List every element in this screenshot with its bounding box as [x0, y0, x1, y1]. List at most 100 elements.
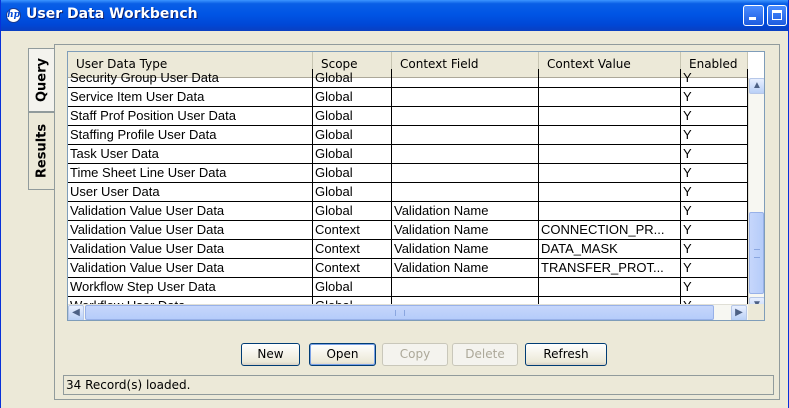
context-value-cell	[539, 278, 681, 296]
status-bar: 34 Record(s) loaded.	[63, 375, 774, 395]
open-button[interactable]: Open	[309, 343, 376, 366]
scope-cell: Global	[313, 126, 392, 144]
grip-icon	[395, 310, 405, 316]
table-row[interactable]: User User Data Global Y	[68, 183, 748, 202]
tab-query[interactable]: Query	[28, 48, 54, 112]
hp-logo-icon: hp	[6, 8, 21, 23]
table-row[interactable]: Security Group User Data Global Y	[68, 69, 748, 88]
context-field-cell	[392, 107, 539, 125]
user-data-type-cell: Validation Value User Data	[68, 240, 313, 258]
scroll-left-button[interactable]: ◀	[68, 305, 84, 320]
table-row[interactable]: Time Sheet Line User Data Global Y	[68, 164, 748, 183]
table-row[interactable]: Task User Data Global Y	[68, 145, 748, 164]
table-row[interactable]: Workflow Step User Data Global Y	[68, 278, 748, 297]
scope-cell: Context	[313, 259, 392, 277]
scope-cell: Global	[313, 88, 392, 106]
minimize-button[interactable]	[743, 5, 764, 26]
enabled-cell: Y	[681, 221, 748, 239]
context-field-cell	[392, 164, 539, 182]
enabled-cell: Y	[681, 126, 748, 144]
context-value-cell	[539, 183, 681, 201]
user-data-type-cell: Validation Value User Data	[68, 221, 313, 239]
scope-cell: Context	[313, 221, 392, 239]
context-value-cell: CONNECTION_PR...	[539, 221, 681, 239]
user-data-type-cell: Validation Value User Data	[68, 202, 313, 220]
vertical-scroll-thumb[interactable]	[749, 212, 764, 294]
table-row[interactable]: Service Item User Data Global Y	[68, 88, 748, 107]
user-data-type-cell: Staffing Profile User Data	[68, 126, 313, 144]
context-field-cell	[392, 183, 539, 201]
scope-cell: Global	[313, 107, 392, 125]
enabled-cell: Y	[681, 259, 748, 277]
user-data-type-cell: Staff Prof Position User Data	[68, 107, 313, 125]
user-data-type-cell: Workflow Step User Data	[68, 278, 313, 296]
table-row[interactable]: Validation Value User Data Global Validati…	[68, 202, 748, 221]
user-data-type-cell: Task User Data	[68, 145, 313, 163]
user-data-type-cell: Time Sheet Line User Data	[68, 164, 313, 182]
enabled-cell: Y	[681, 145, 748, 163]
context-field-cell	[392, 145, 539, 163]
delete-button[interactable]: Delete	[452, 343, 518, 366]
scope-cell: Global	[313, 145, 392, 163]
user-data-workbench-window: hp User Data Workbench Query Results Use…	[0, 0, 789, 408]
scope-cell: Global	[313, 202, 392, 220]
enabled-cell: Y	[681, 107, 748, 125]
context-value-cell: DATA_MASK	[539, 240, 681, 258]
copy-button[interactable]: Copy	[382, 343, 448, 366]
grip-icon	[754, 249, 760, 258]
enabled-cell: Y	[681, 164, 748, 182]
table-row[interactable]: Validation Value User Data Context Validat…	[68, 240, 748, 259]
scope-cell: Global	[313, 278, 392, 296]
results-table: User Data Type Scope Context Field Conte…	[67, 51, 765, 321]
scroll-up-button[interactable]: ▲	[749, 78, 764, 94]
context-field-cell	[392, 278, 539, 296]
context-field-cell: Validation Name	[392, 202, 539, 220]
context-field-cell	[392, 126, 539, 144]
table-row[interactable]: Validation Value User Data Context Validat…	[68, 221, 748, 240]
title-bar[interactable]: hp User Data Workbench	[1, 0, 788, 31]
context-value-cell	[539, 107, 681, 125]
refresh-button[interactable]: Refresh	[525, 343, 607, 366]
enabled-cell: Y	[681, 88, 748, 106]
new-button[interactable]: New	[241, 343, 300, 366]
horizontal-scroll-thumb[interactable]	[85, 305, 714, 320]
enabled-cell: Y	[681, 202, 748, 220]
context-value-cell	[539, 126, 681, 144]
user-data-type-cell: Validation Value User Data	[68, 259, 313, 277]
context-field-cell: Validation Name	[392, 221, 539, 239]
context-value-cell	[539, 88, 681, 106]
context-value-cell	[539, 164, 681, 182]
scroll-right-button[interactable]: ▶	[731, 305, 747, 320]
tab-query-label: Query	[34, 57, 49, 103]
user-data-type-cell: Security Group User Data	[68, 69, 313, 87]
enabled-cell: Y	[681, 278, 748, 296]
context-value-cell	[539, 145, 681, 163]
window-title: User Data Workbench	[26, 6, 198, 22]
user-data-type-cell: Service Item User Data	[68, 88, 313, 106]
context-field-cell: Validation Name	[392, 259, 539, 277]
enabled-cell: Y	[681, 240, 748, 258]
enabled-cell: Y	[681, 183, 748, 201]
enabled-cell: Y	[681, 69, 748, 87]
scrollbar-corner	[748, 304, 764, 320]
vertical-scrollbar[interactable]: ▲ ▼	[748, 78, 764, 313]
scope-cell: Global	[313, 183, 392, 201]
scope-cell: Context	[313, 240, 392, 258]
scope-cell: Global	[313, 164, 392, 182]
context-value-cell	[539, 69, 681, 87]
tab-results[interactable]: Results	[28, 112, 54, 190]
table-row[interactable]: Validation Value User Data Context Validat…	[68, 259, 748, 278]
table-row[interactable]: Staff Prof Position User Data Global Y	[68, 107, 748, 126]
context-value-cell	[539, 202, 681, 220]
context-field-cell: Validation Name	[392, 240, 539, 258]
scope-cell: Global	[313, 69, 392, 87]
table-row[interactable]: Staffing Profile User Data Global Y	[68, 126, 748, 145]
context-field-cell	[392, 88, 539, 106]
context-field-cell	[392, 69, 539, 87]
maximize-button[interactable]	[767, 5, 787, 26]
tab-results-label: Results	[34, 123, 49, 179]
maximize-icon	[772, 10, 782, 20]
context-value-cell: TRANSFER_PROT...	[539, 259, 681, 277]
horizontal-scrollbar[interactable]: ◀ ▶	[68, 304, 748, 320]
user-data-type-cell: User User Data	[68, 183, 313, 201]
